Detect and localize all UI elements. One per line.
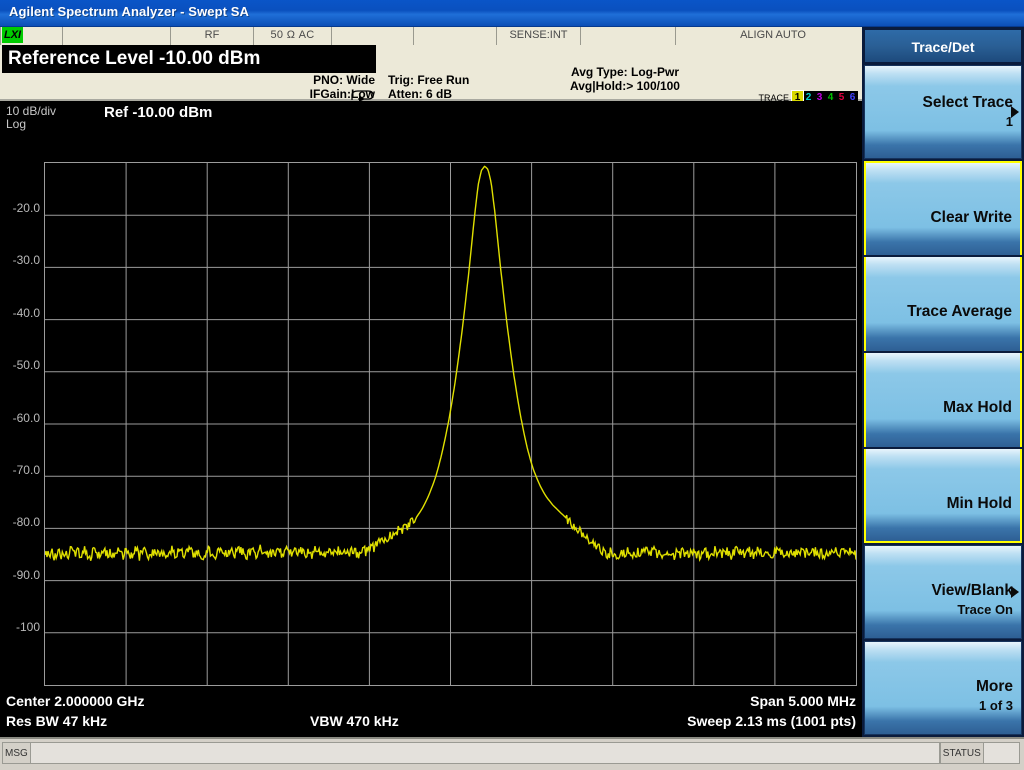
graticule [44,162,857,686]
span-label: Span 5.000 MHz [750,693,856,709]
softkey-menu: Trace/Det Select Trace 1 Clear Write Tra… [862,27,1024,737]
status-cell-sense: SENSE:INT [497,27,581,45]
window-title: Agilent Spectrum Analyzer - Swept SA [9,4,250,19]
scale-type: Log [6,117,27,131]
softkey-more-label: More [975,678,1013,695]
lxi-status-cell: LXI [0,27,63,45]
y-tick--20: -20.0 [12,201,40,215]
menu-title: Trace/Det [864,29,1022,63]
chevron-right-icon-2 [1011,586,1019,598]
status-cell-impedance: 50 Ω AC [254,27,332,45]
average-group: Avg Type: Log-Pwr Avg|Hold:> 100/100 [500,65,750,93]
softkey-select-trace-label: Select Trace [922,94,1013,111]
trace-plot [45,163,856,685]
sweep-label: Sweep 2.13 ms (1001 pts) [687,713,856,729]
status-cell-blank-3 [414,27,497,45]
center-frequency-label: Center 2.000000 GHz [6,693,145,709]
softkey-min-hold[interactable]: Min Hold [864,449,1022,543]
status-field [982,742,1020,764]
trigger-attenuation-group: Trig: Free Run Atten: 6 dB [388,73,469,101]
msg-label: MSG [2,742,30,764]
graph-area: 10 dB/div Log Ref -10.00 dBm -20.0 -30.0… [0,101,862,737]
softkey-trace-average-label: Trace Average [907,303,1012,320]
vbw-label: VBW 470 kHz [310,713,399,729]
y-tick--80: -80.0 [12,515,40,529]
attenuation-value: Atten: 6 dB [388,87,452,101]
lxi-icon: LXI [2,27,24,43]
y-tick--60: -60.0 [12,411,40,425]
softkey-select-trace[interactable]: Select Trace 1 [864,65,1022,159]
status-cell-blank-1 [63,27,171,45]
softkey-max-hold[interactable]: Max Hold [864,353,1022,447]
softkey-min-hold-label: Min Hold [946,495,1012,512]
status-cell-input: RF [171,27,254,45]
softkey-trace-average[interactable]: Trace Average [864,257,1022,351]
y-tick--100: -100 [15,620,40,634]
window-title-bar: Agilent Spectrum Analyzer - Swept SA [0,0,1024,27]
settings-annotation-panel: Reference Level -10.00 dBm PNO: Wide IFG… [0,45,862,135]
softkey-clear-write[interactable]: Clear Write [864,161,1022,255]
scale-annotation: 10 dB/div Log [6,105,56,131]
status-cell-align: ALIGN AUTO [676,27,871,45]
status-cell-blank-4 [581,27,676,45]
msg-field [29,742,940,764]
softkey-more-page: 1 of 3 [979,698,1013,713]
ref-level-annotation: Ref -10.00 dBm [104,104,213,121]
softkey-view-blank[interactable]: View/Blank Trace On [864,545,1022,639]
status-cell-blank-2 [332,27,414,45]
softkey-max-hold-label: Max Hold [943,399,1012,416]
y-tick--50: -50.0 [12,358,40,372]
softkey-clear-write-label: Clear Write [930,209,1012,226]
spectrum-analyzer-app: Agilent Spectrum Analyzer - Swept SA LXI… [0,0,1024,770]
y-tick--90: -90.0 [12,568,40,582]
pno-value: PNO: Wide [313,73,375,87]
softkey-view-blank-label: View/Blank [931,582,1013,599]
res-bw-label: Res BW 47 kHz [6,713,108,729]
avg-type-value: Avg Type: Log-Pwr [571,65,679,79]
reference-level-display: Reference Level -10.00 dBm [2,45,376,73]
grid-lines [45,163,856,685]
y-tick--40: -40.0 [12,306,40,320]
y-tick--70: -70.0 [12,463,40,477]
avg-hold-value: Avg|Hold:> 100/100 [570,79,680,93]
softkey-more[interactable]: More 1 of 3 [864,641,1022,735]
message-status-bar: MSG STATUS [0,737,1024,770]
y-tick--30: -30.0 [12,253,40,267]
status-label: STATUS [939,742,983,764]
trigger-value: Trig: Free Run [388,73,470,87]
softkey-view-blank-value: Trace On [957,602,1013,617]
chevron-right-icon [1011,106,1019,118]
